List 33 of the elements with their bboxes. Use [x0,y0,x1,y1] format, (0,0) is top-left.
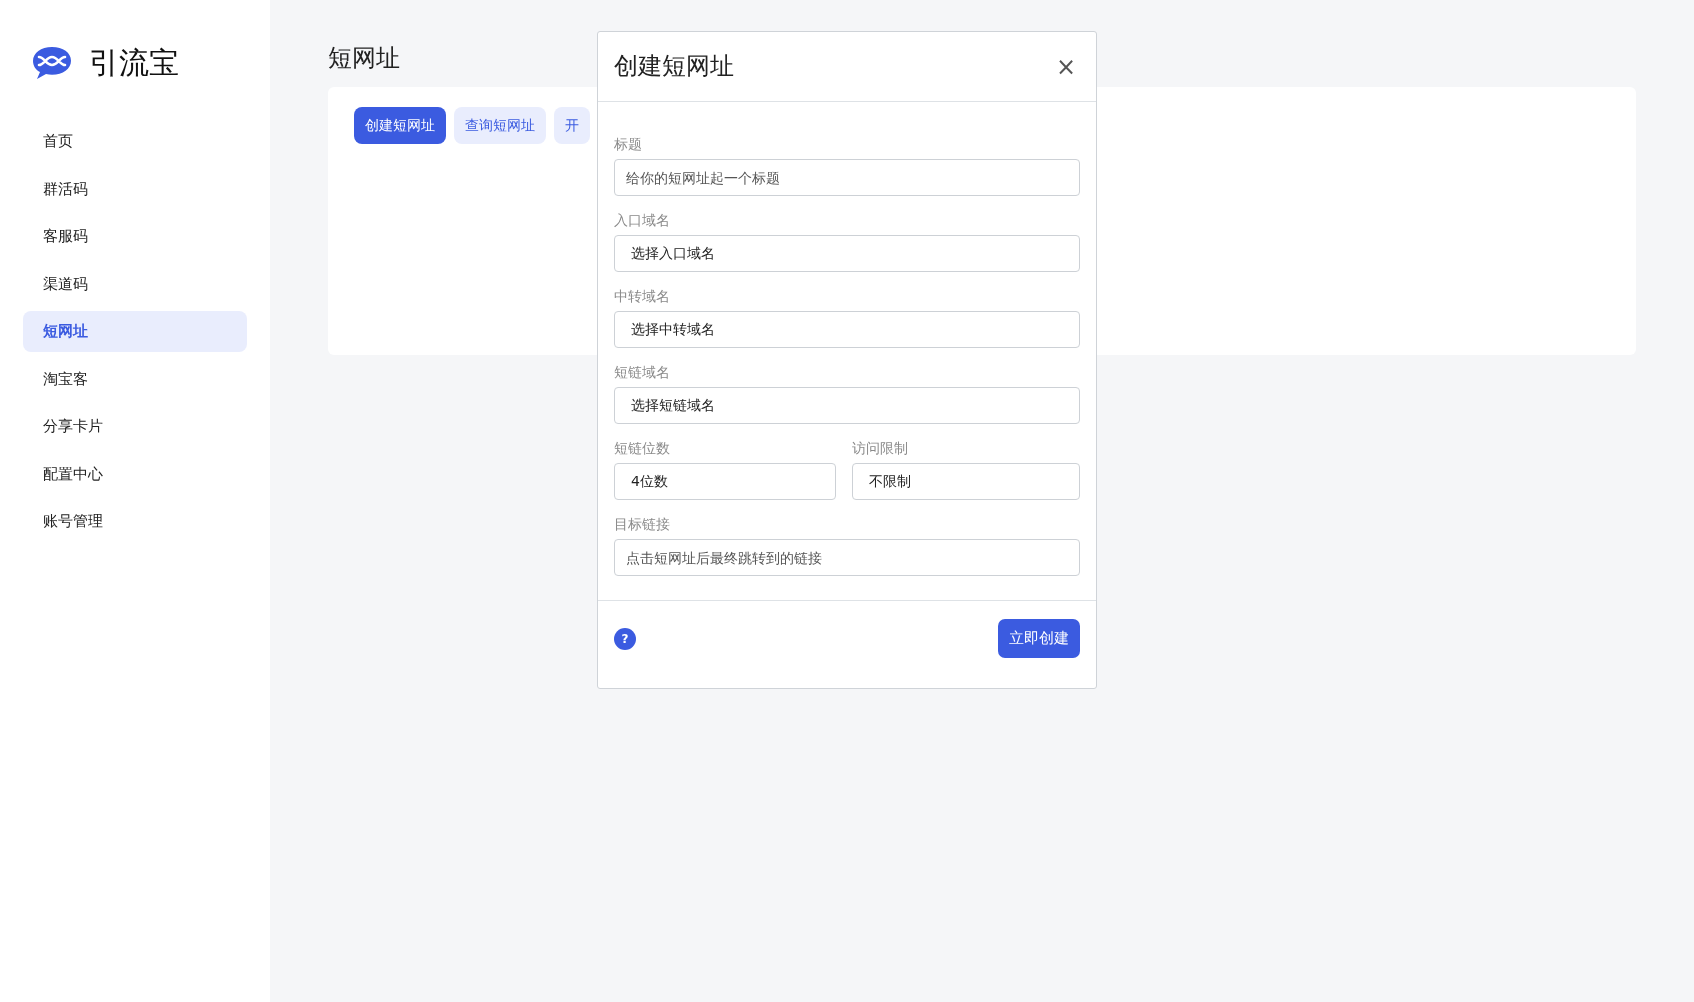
select-field[interactable]: 4位数 [614,463,837,500]
field-label: 访问限制 [852,439,910,458]
field-label: 短链域名 [614,363,671,382]
input-field[interactable]: 给你的短网址起一个标题 [614,159,1080,196]
brand-name: 引流宝 [89,44,179,82]
create-button[interactable]: 立即创建 [998,619,1080,658]
field-label: 目标链接 [614,515,671,534]
tab-button[interactable]: 创建短网址 [354,106,446,144]
logo-icon [31,44,73,81]
field-label: 入口域名 [614,211,671,230]
page-title: 短网址 [328,44,400,73]
field-label: 中转域名 [614,287,671,306]
sidebar-item[interactable]: 账号管理 [23,501,247,542]
select-field[interactable]: 不限制 [852,463,1080,500]
tab-button[interactable]: 开 [554,106,590,144]
select-field[interactable]: 选择短链域名 [614,387,1080,424]
sidebar-item[interactable]: 客服码 [23,216,247,257]
sidebar-item[interactable]: 短网址 [23,311,247,352]
sidebar-item[interactable]: 首页 [23,121,247,162]
select-field[interactable]: 选择入口域名 [614,235,1080,272]
tab-button[interactable]: 查询短网址 [454,106,546,144]
sidebar-item[interactable]: 群活码 [23,168,247,209]
modal-title: 创建短网址 [614,52,734,81]
select-field[interactable]: 选择中转域名 [614,311,1080,348]
sidebar-item[interactable]: 配置中心 [23,453,247,494]
sidebar-item[interactable]: 分享卡片 [23,406,247,447]
close-button[interactable]: × [1051,54,1080,79]
sidebar-item[interactable]: 渠道码 [23,263,247,304]
help-button[interactable]: ? [614,628,636,650]
field-label: 标题 [614,135,643,154]
sidebar-item[interactable]: 淘宝客 [23,358,247,399]
field-label: 短链位数 [614,439,671,458]
input-field[interactable]: 点击短网址后最终跳转到的链接 [614,539,1080,576]
